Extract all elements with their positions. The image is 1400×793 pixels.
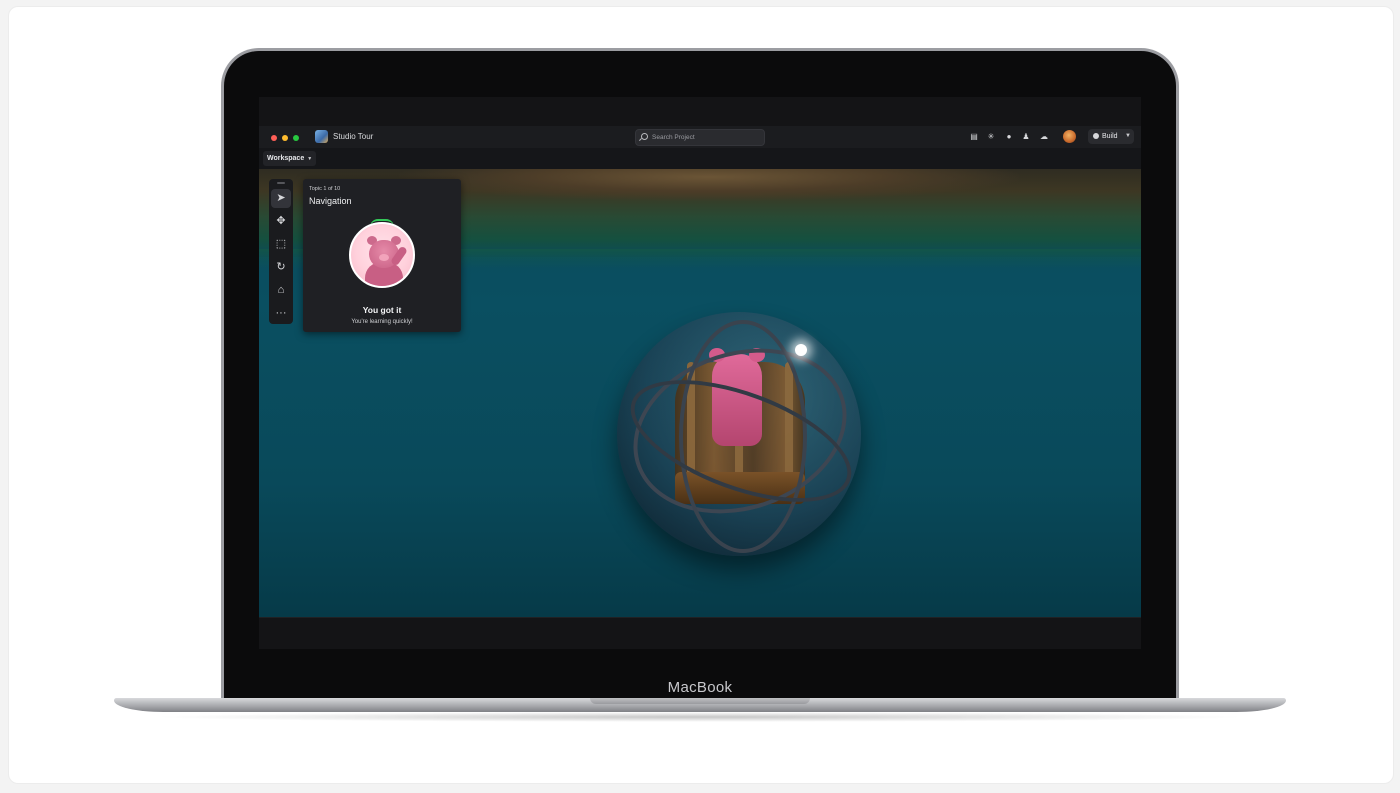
app-screen: Studio Tour Search Project ▤ ✳ ● ♟ ☁ Bui… [259,97,1141,649]
rotate-tool-icon[interactable]: ↻ [271,258,291,277]
topic-title: Navigation [309,196,352,206]
search-input[interactable]: Search Project [652,130,695,145]
chevron-down-icon: ▼ [307,156,313,162]
mascot-snout [379,254,389,261]
success-subtitle: You're learning quickly! [351,319,413,325]
build-button[interactable]: Build ▼ [1088,129,1134,144]
laptop-hinge-notch [590,698,810,704]
select-tool-icon[interactable]: ➤ [271,189,291,208]
workspace-label: Workspace [267,155,305,162]
chevron-down-icon: ▼ [1125,133,1131,139]
user-avatar[interactable] [1063,130,1076,143]
maximize-window-button[interactable] [293,135,299,141]
search-bar[interactable]: Search Project [635,129,765,146]
people-icon[interactable]: ♟ [1021,132,1031,142]
search-icon [641,133,648,140]
scale-tool-icon[interactable]: ⬚ [271,235,291,254]
drag-handle[interactable] [277,182,285,184]
globe-icon [1093,133,1099,139]
notes-icon[interactable]: ▤ [969,132,979,142]
app-title: Studio Tour [333,132,374,141]
more-icon[interactable]: ··· [271,304,291,323]
workspace-bar: Workspace ▼ [259,148,1141,169]
cloud-icon[interactable]: ☁ [1039,132,1049,142]
laptop-shadow [150,712,1250,722]
laptop-brand-label: MacBook [667,679,733,696]
app-logo-icon [315,130,328,143]
background-cliff [399,169,1019,201]
tutorial-panel: Topic 1 of 10 Navigation You got it You'… [303,179,461,332]
tool-palette: ➤ ✥ ⬚ ↻ ⌂ ··· [269,179,293,324]
topic-counter: Topic 1 of 10 [309,186,341,192]
close-window-button[interactable] [271,135,277,141]
minimize-window-button[interactable] [282,135,288,141]
success-title: You got it [362,305,402,315]
transform-tool-icon[interactable]: ⌂ [271,281,291,300]
hamster-ball-model[interactable] [611,312,869,556]
sparkle-icon[interactable]: ✳ [986,132,996,142]
spot-light [795,344,807,356]
bottom-strip [259,617,1141,649]
pig-mascot-avatar [349,222,415,288]
3d-viewport[interactable]: ➤ ✥ ⬚ ↻ ⌂ ··· Topic 1 of 10 Navigation Y… [259,169,1141,617]
bell-icon[interactable]: ● [1004,132,1014,142]
title-bar: Studio Tour Search Project ▤ ✳ ● ♟ ☁ Bui… [259,126,1141,148]
move-tool-icon[interactable]: ✥ [271,212,291,231]
workspace-dropdown[interactable]: Workspace ▼ [263,151,317,166]
build-label: Build [1102,133,1118,140]
